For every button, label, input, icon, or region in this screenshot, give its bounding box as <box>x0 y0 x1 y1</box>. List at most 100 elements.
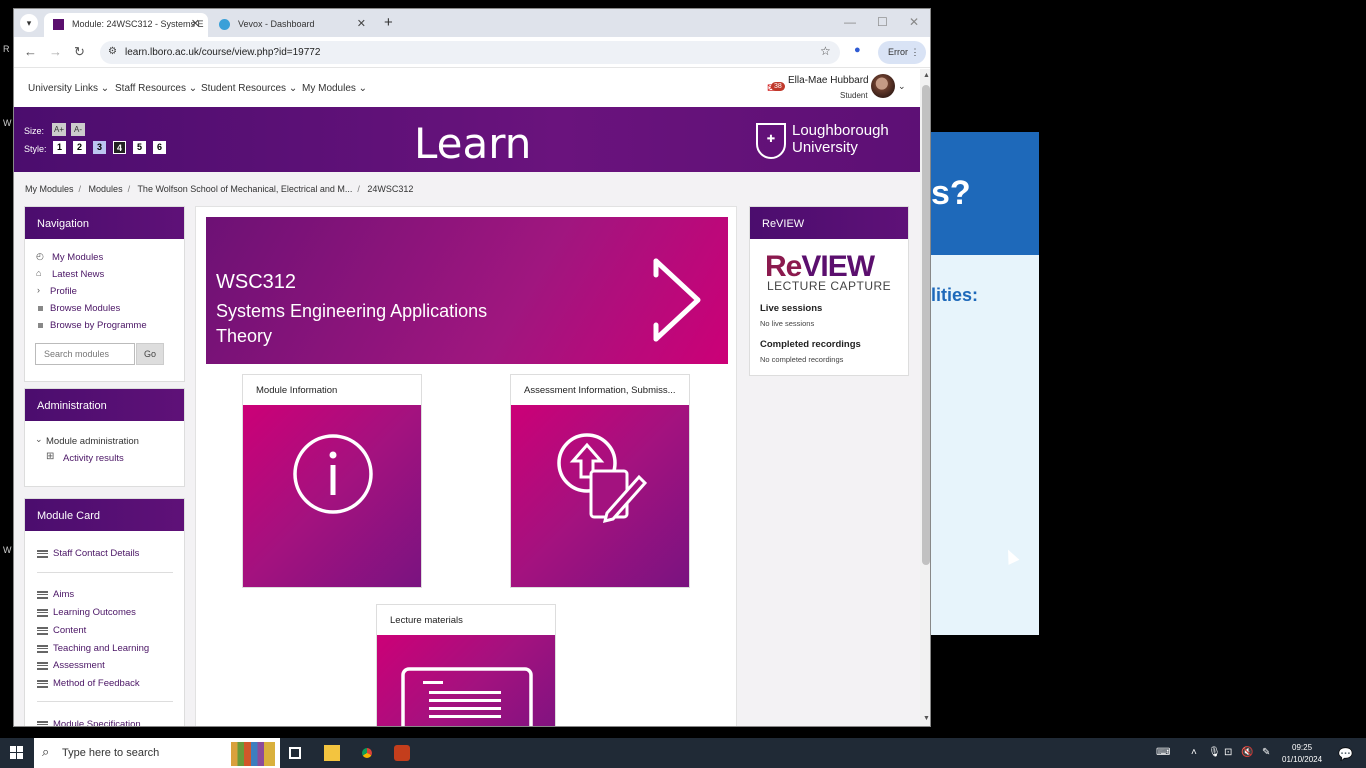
nav-my-modules[interactable]: My Modules ⌄ <box>302 83 367 94</box>
maximize-icon[interactable]: ☐ <box>877 15 888 29</box>
info-icon <box>293 434 373 514</box>
size-decrease-button[interactable]: A- <box>71 123 85 136</box>
nav-university-links[interactable]: University Links ⌄ <box>28 83 109 94</box>
nav-item-my-modules[interactable]: My Modules <box>52 252 103 263</box>
reload-icon[interactable]: ↻ <box>74 44 85 60</box>
university-logo-text[interactable]: Loughborough University <box>792 122 912 156</box>
pen-icon[interactable]: ✎ <box>1262 747 1270 758</box>
style-button-1[interactable]: 1 <box>53 141 66 154</box>
desktop-fragment: R <box>3 44 10 54</box>
card-item-learning-outcomes[interactable]: Learning Outcomes <box>53 607 136 618</box>
module-hero-banner[interactable]: WSC312 Systems Engineering Applications … <box>206 217 728 364</box>
slide-heading-fragment: s? <box>931 174 971 212</box>
chevron-down-icon[interactable]: ⌄ <box>35 434 43 445</box>
admin-item-activity-results[interactable]: Activity results <box>63 453 124 464</box>
site-title[interactable]: Learn <box>414 119 531 168</box>
window-close-icon[interactable]: ✕ <box>909 15 919 29</box>
task-view-icon[interactable] <box>289 747 301 759</box>
breadcrumb-my-modules[interactable]: My Modules <box>25 184 74 194</box>
forward-icon[interactable]: → <box>49 44 62 59</box>
tab-list-button[interactable]: ▾ <box>20 14 38 32</box>
nav-student-resources[interactable]: Student Resources ⌄ <box>201 83 297 94</box>
nav-item-browse-by-programme[interactable]: Browse by Programme <box>50 320 147 331</box>
style-button-4[interactable]: 4 <box>113 141 126 154</box>
taskbar-search-input[interactable]: ⌕ Type here to search <box>34 738 280 768</box>
file-explorer-icon[interactable] <box>324 745 340 761</box>
admin-item-module-administration[interactable]: Module administration <box>46 436 139 447</box>
clock-date: 01/10/2024 <box>1282 755 1323 764</box>
desktop: R W W s? lities: ▾ Module: 24WSC312 - Sy… <box>0 0 1366 768</box>
card-item-aims[interactable]: Aims <box>53 589 74 600</box>
review-block: ReVIEW ReVIEW LECTURE CAPTURE Live sessi… <box>749 206 909 376</box>
browser-window: ▾ Module: 24WSC312 - Systems E ✕ Vevox -… <box>13 8 931 727</box>
card-item-staff-contact[interactable]: Staff Contact Details <box>53 548 139 559</box>
close-icon[interactable]: ✕ <box>357 17 366 30</box>
chevron-up-icon[interactable]: ˄ <box>1191 747 1197 758</box>
minimize-icon[interactable]: — <box>844 15 856 29</box>
tab-vevox[interactable]: Vevox - Dashboard ✕ <box>210 13 374 37</box>
scroll-up-icon[interactable]: ▲ <box>923 72 930 79</box>
list-icon <box>37 627 48 635</box>
search-modules-input[interactable]: Search modules <box>35 343 135 365</box>
error-label: Error <box>888 47 908 57</box>
card-item-teaching-learning[interactable]: Teaching and Learning <box>53 643 149 654</box>
network-icon[interactable]: ⊡ <box>1224 747 1232 758</box>
live-sessions-text: No live sessions <box>760 319 815 328</box>
bookmark-star-icon[interactable]: ☆ <box>820 44 831 58</box>
profile-icon[interactable]: ● <box>854 44 861 56</box>
tab-bar: ▾ Module: 24WSC312 - Systems E ✕ Vevox -… <box>14 9 930 37</box>
search-icon: ⌕ <box>42 744 50 759</box>
powerpoint-icon[interactable] <box>394 745 410 761</box>
breadcrumb-modules[interactable]: Modules <box>89 184 123 194</box>
tab-module[interactable]: Module: 24WSC312 - Systems E ✕ <box>44 13 208 37</box>
tile-module-information[interactable]: Module Information <box>242 374 422 588</box>
nav-item-profile[interactable]: Profile <box>50 286 77 297</box>
system-clock[interactable]: 09:25 01/10/2024 <box>1282 742 1322 766</box>
speaker-muted-icon[interactable]: 🔇 <box>1241 747 1253 758</box>
tile-assessment-information[interactable]: Assessment Information, Submiss... <box>510 374 690 588</box>
tile-lecture-materials[interactable]: Lecture materials <box>376 604 556 726</box>
card-item-module-specification[interactable]: Module Specification <box>53 719 141 726</box>
breadcrumb-school[interactable]: The Wolfson School of Mechanical, Electr… <box>137 184 352 194</box>
list-icon <box>37 680 48 688</box>
scrollbar-thumb[interactable] <box>922 85 930 565</box>
user-name[interactable]: Ella-Mae Hubbard <box>788 75 869 86</box>
error-button[interactable]: Error ⋮ <box>878 41 926 64</box>
style-button-5[interactable]: 5 <box>133 141 146 154</box>
card-item-assessment[interactable]: Assessment <box>53 660 105 671</box>
microphone-icon[interactable]: 🎙 <box>1208 747 1221 758</box>
module-card-title: Module Card <box>25 499 184 531</box>
nav-staff-resources[interactable]: Staff Resources ⌄ <box>115 83 197 94</box>
windows-start-icon[interactable] <box>10 746 24 760</box>
close-icon[interactable]: ✕ <box>191 17 200 30</box>
completed-recordings-text: No completed recordings <box>760 355 844 364</box>
breadcrumb-current[interactable]: 24WSC312 <box>367 184 413 194</box>
back-icon[interactable]: ← <box>24 44 37 59</box>
style-button-6[interactable]: 6 <box>153 141 166 154</box>
page-scrollbar[interactable]: ▲ ▼ <box>920 69 930 726</box>
bullet-icon <box>38 323 43 328</box>
scroll-down-icon[interactable]: ▼ <box>923 715 930 722</box>
nav-item-browse-modules[interactable]: Browse Modules <box>50 303 120 314</box>
size-increase-button[interactable]: A+ <box>52 123 66 136</box>
chevron-down-icon[interactable]: ⌄ <box>898 81 906 92</box>
chrome-icon[interactable] <box>359 745 375 761</box>
card-item-content[interactable]: Content <box>53 625 86 636</box>
new-tab-icon[interactable]: + <box>384 14 393 31</box>
avatar[interactable] <box>871 74 895 98</box>
nav-item-latest-news[interactable]: Latest News <box>52 269 104 280</box>
card-item-method-of-feedback[interactable]: Method of Feedback <box>53 678 140 689</box>
style-button-3[interactable]: 3 <box>93 141 106 154</box>
site-info-icon[interactable]: ⚙ <box>108 46 117 57</box>
list-icon <box>37 609 48 617</box>
vevox-favicon-icon <box>219 19 230 30</box>
background-presentation-window[interactable]: s? lities: <box>931 132 1039 635</box>
search-go-button[interactable]: Go <box>136 343 164 365</box>
tile-image <box>377 635 555 726</box>
slide-subheading-fragment: lities: <box>931 285 979 305</box>
style-button-2[interactable]: 2 <box>73 141 86 154</box>
address-bar[interactable]: ⚙ learn.lboro.ac.uk/course/view.php?id=1… <box>100 41 840 64</box>
chevron-right-icon[interactable]: › <box>37 285 40 295</box>
notifications-icon[interactable]: 💬 <box>1338 747 1353 761</box>
keyboard-icon[interactable]: ⌨ <box>1156 747 1170 758</box>
